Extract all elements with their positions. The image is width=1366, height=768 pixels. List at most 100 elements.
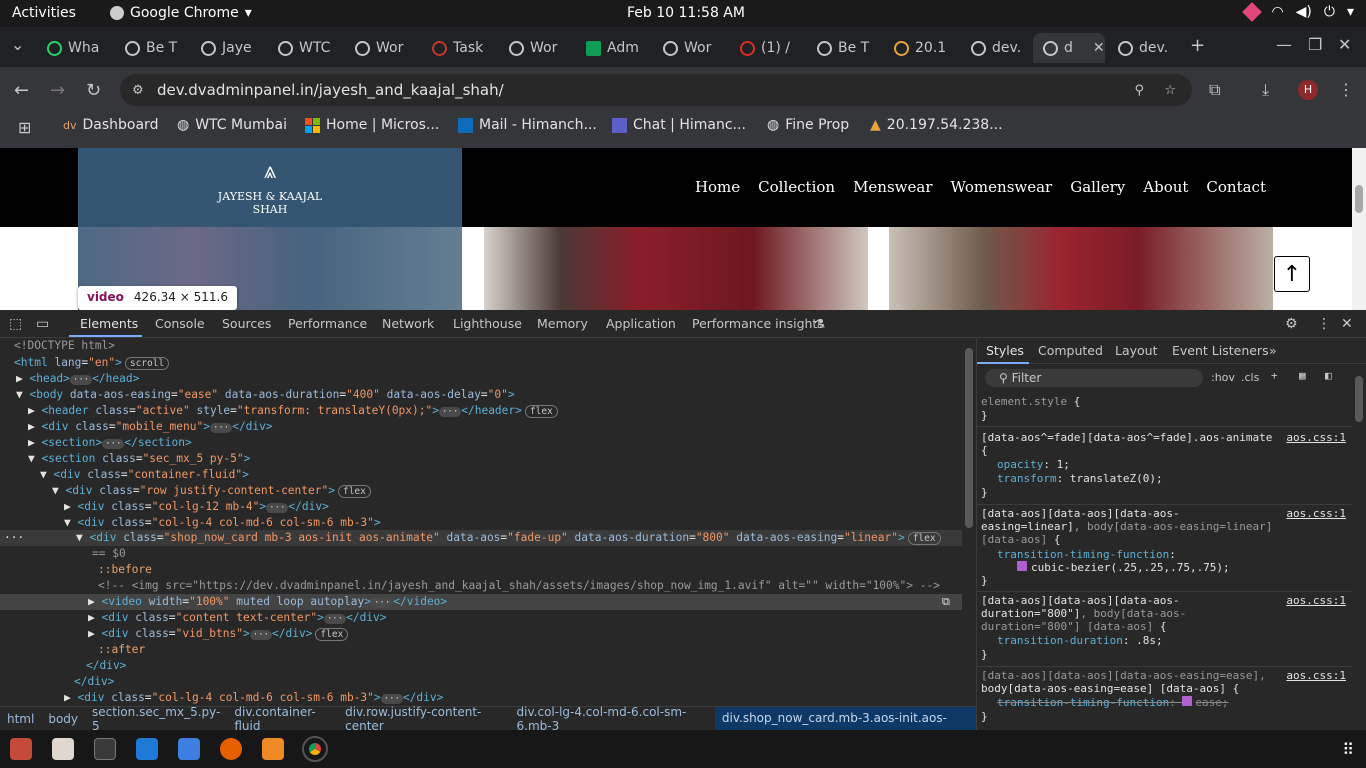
hov-button[interactable]: :hov [1211, 371, 1235, 384]
apps-grid-icon[interactable]: ⊞ [18, 118, 31, 137]
device-toolbar-icon[interactable]: ▭ [36, 316, 49, 332]
close-devtools-icon[interactable]: ✕ [1341, 316, 1353, 332]
tab-elements[interactable]: Elements [80, 316, 138, 331]
bookmark-fineprop[interactable]: ◍ Fine Prop [767, 117, 849, 133]
tab[interactable]: Wha [37, 33, 107, 63]
avatar[interactable]: H [1298, 80, 1318, 100]
tab-styles[interactable]: Styles [986, 343, 1024, 358]
maximize-icon[interactable]: ❐ [1308, 35, 1322, 54]
tab[interactable]: dev. [1108, 33, 1180, 63]
style-declaration-value[interactable]: cubic-bezier(.25,.25,.75,.75); [1017, 561, 1230, 574]
show-apps-icon[interactable]: ⠿ [1342, 740, 1354, 759]
dom-node[interactable]: ▼ <section class="sec_mx_5 py-5"> [28, 451, 250, 467]
source-link[interactable]: aos.css:1 [1286, 594, 1346, 607]
tab-console[interactable]: Console [155, 316, 205, 331]
cls-button[interactable]: .cls [1241, 371, 1259, 384]
dom-node[interactable]: <!-- <img src="https://dev.dvadminpanel.… [98, 578, 940, 594]
inspect-element-icon[interactable]: ⬚ [9, 316, 22, 332]
tab[interactable]: Jaye [191, 33, 261, 63]
source-link[interactable]: aos.css:1 [1286, 507, 1346, 520]
close-icon[interactable]: ✕ [1093, 40, 1105, 56]
settings-icon[interactable]: ⚙ [1285, 316, 1298, 332]
dom-node[interactable]: ▶ <div class="content text-center"> ··· </… [88, 610, 387, 626]
new-style-rule-icon[interactable]: + [1271, 369, 1278, 382]
tab[interactable]: Adm [576, 33, 646, 63]
tab-memory[interactable]: Memory [537, 316, 588, 331]
close-window-icon[interactable]: ✕ [1338, 35, 1351, 54]
tab[interactable]: Be T [115, 33, 185, 63]
tab-event-listeners[interactable]: Event Listeners [1172, 343, 1269, 358]
styles-filter-input[interactable]: ⚲ Filter [985, 369, 1203, 387]
element-state-icon[interactable]: ▦ [1299, 369, 1306, 382]
tab-application[interactable]: Application [606, 316, 676, 331]
dom-node[interactable]: ▼ <body data-aos-easing="ease" data-aos-… [16, 387, 515, 403]
tab-search-icon[interactable]: ⌄ [11, 35, 24, 54]
activities-button[interactable]: Activities [12, 5, 76, 21]
dom-node[interactable]: ▶ <div class="mobile_menu"> ··· </div> [28, 419, 273, 435]
row-options-icon[interactable]: ··· [4, 530, 24, 546]
tab[interactable]: Task [422, 33, 492, 63]
breadcrumb-item[interactable]: body [41, 712, 85, 726]
dom-node[interactable]: ▶ <div class="vid_btns"> ··· </div> flex [88, 626, 349, 642]
bookmark-dashboard[interactable]: dv Dashboard [63, 117, 158, 133]
tab[interactable]: Wor [499, 33, 569, 63]
style-declaration[interactable]: transform: translateZ(0); [997, 472, 1163, 485]
dom-node[interactable]: ::before [98, 562, 152, 578]
tab-active[interactable]: d ✕ [1033, 33, 1105, 63]
terminal-icon[interactable] [94, 738, 116, 760]
bookmark-wtc[interactable]: ◍ WTC Mumbai [177, 117, 287, 133]
tab[interactable]: Wor [653, 33, 723, 63]
bookmark-star-icon[interactable]: ☆ [1164, 83, 1176, 98]
extensions-icon[interactable]: ⧉ [1209, 80, 1220, 100]
dom-node[interactable]: ▶ <head> ··· </head> [16, 371, 139, 387]
download-icon[interactable]: ⤓ [1262, 80, 1269, 100]
tab[interactable]: Be T [807, 33, 877, 63]
tab-performance[interactable]: Performance [288, 316, 367, 331]
tab[interactable]: dev. [961, 33, 1031, 63]
style-declaration-overridden[interactable]: transition-timing-function: ease; [997, 696, 1229, 709]
text-editor-icon[interactable] [52, 738, 74, 760]
style-declaration[interactable]: transition-timing-function: [997, 548, 1176, 561]
breadcrumb-item[interactable]: section.sec_mx_5.py-5 [85, 705, 227, 733]
chrome-icon[interactable] [302, 736, 328, 762]
minimize-icon[interactable]: — [1276, 35, 1292, 54]
site-info-icon[interactable]: ⚙ [132, 83, 144, 98]
dom-node[interactable]: ▼ <div class="row justify-content-center… [52, 483, 371, 499]
tab[interactable]: WTC [268, 33, 338, 63]
document-icon[interactable] [178, 738, 200, 760]
zoom-icon[interactable]: ⚲ [1134, 83, 1144, 98]
breadcrumb-item-selected[interactable]: div.shop_now_card.mb-3.aos-init.aos-anim… [714, 707, 976, 748]
page-scrollbar[interactable] [1352, 148, 1366, 310]
back-icon[interactable]: ← [14, 80, 29, 101]
easing-editor-icon[interactable] [1017, 561, 1027, 571]
forward-icon[interactable]: → [50, 80, 65, 101]
dom-node[interactable]: ▼ <div class="container-fluid"> [40, 467, 249, 483]
site-logo[interactable]: ⩓ JAYESH & KAAJAL SHAH [78, 148, 462, 227]
scroll-to-top-button[interactable]: ↑ [1274, 256, 1310, 292]
system-tray[interactable]: ◠ ◀) ⏻ ▾ [1242, 2, 1354, 22]
bookmark-microsoft[interactable]: Home | Micros... [305, 117, 439, 133]
source-link[interactable]: aos.css:1 [1286, 431, 1346, 444]
more-options-icon[interactable]: ⋮ [1317, 316, 1331, 332]
sublime-icon[interactable] [262, 738, 284, 760]
dom-node-selected[interactable]: ▼ <div class="shop_now_card mb-3 aos-ini… [76, 530, 941, 546]
tab-computed[interactable]: Computed [1038, 343, 1103, 358]
dom-node[interactable]: <html lang="en"> scroll [14, 355, 170, 371]
style-declaration[interactable]: transition-duration: .8s; [997, 634, 1163, 647]
breadcrumb-item[interactable]: div.row.justify-content-center [338, 705, 509, 733]
toggle-sidebar-icon[interactable]: ◧ [1325, 369, 1332, 382]
dom-node[interactable]: ▶ <header class="active" style="transfor… [28, 403, 558, 419]
tab-network[interactable]: Network [382, 316, 434, 331]
vscode-icon[interactable] [136, 738, 158, 760]
reload-icon[interactable]: ↻ [86, 80, 101, 101]
source-link[interactable]: aos.css:1 [1286, 669, 1346, 682]
breadcrumb-item[interactable]: div.col-lg-4.col-md-6.col-sm-6.mb-3 [510, 705, 715, 733]
files-app-icon[interactable] [10, 738, 32, 760]
style-declaration[interactable]: opacity: 1; [997, 458, 1070, 471]
tab[interactable]: Wor [345, 33, 415, 63]
new-tab-icon[interactable]: + [1190, 35, 1205, 56]
tab-performance-insights[interactable]: Performance insights [692, 316, 824, 331]
breadcrumb-item[interactable]: div.container-fluid [227, 705, 338, 733]
dom-node[interactable]: <!DOCTYPE html> [14, 338, 115, 354]
menu-icon[interactable]: ⋮ [1338, 80, 1354, 99]
